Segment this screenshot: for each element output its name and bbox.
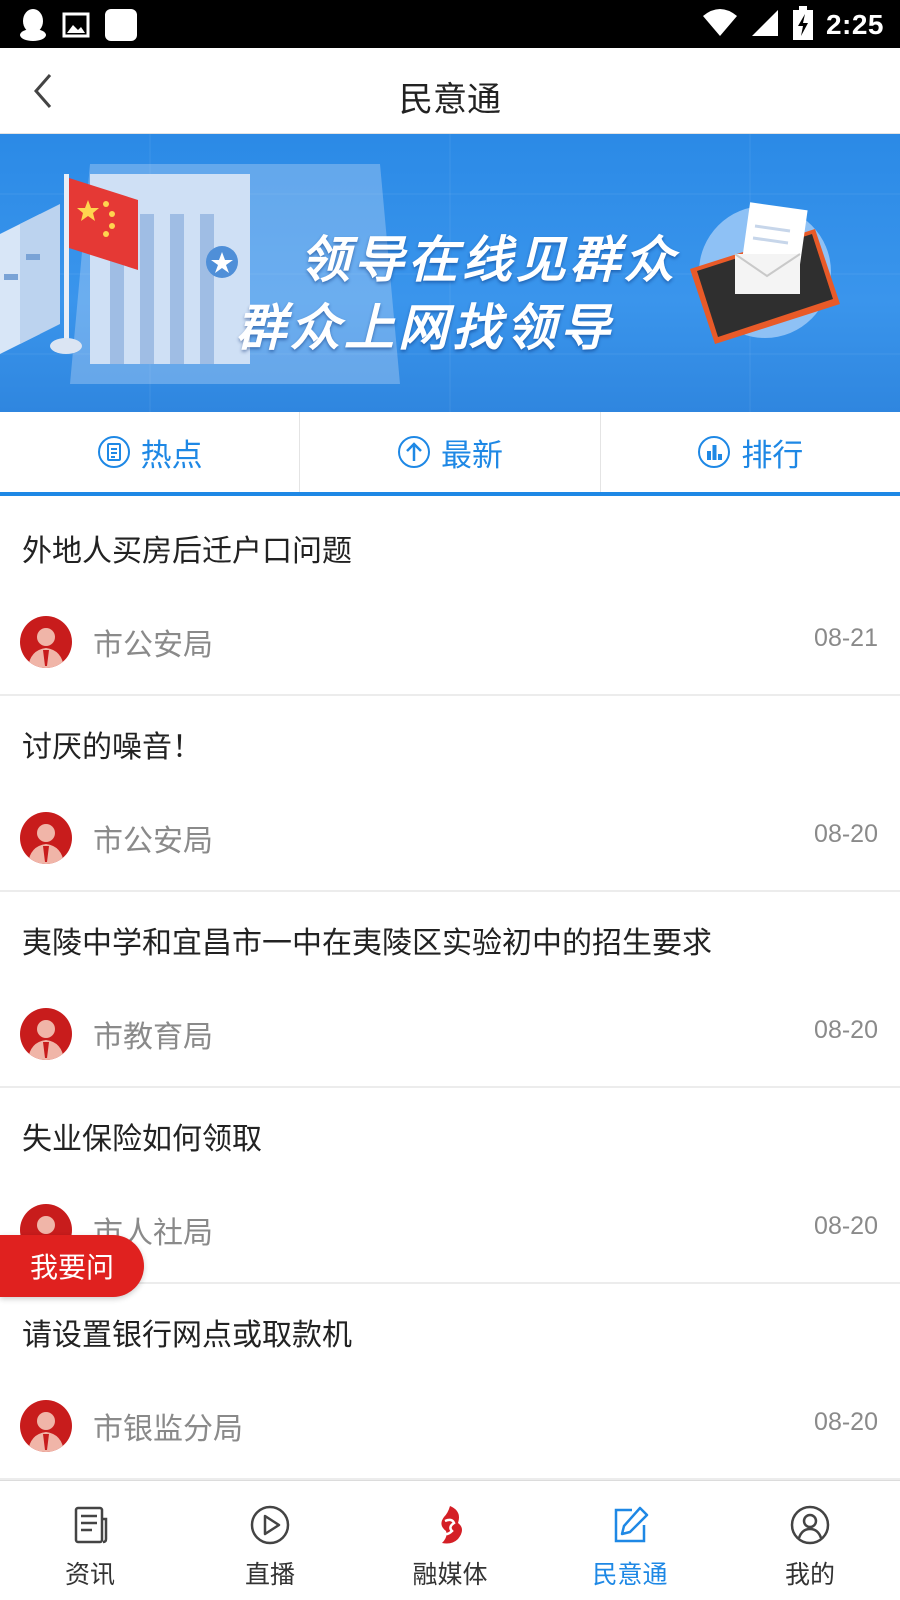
nav-live[interactable]: 直播 bbox=[180, 1481, 360, 1600]
question-list: 外地人买房后迁户口问题 市公安局 08-21 讨厌的噪音！ 市公安局 08-20… bbox=[0, 500, 900, 1480]
item-date: 08-20 bbox=[814, 1212, 878, 1240]
qq-icon bbox=[18, 8, 48, 46]
tab-bar: 热点 最新 排行 bbox=[0, 412, 900, 496]
user-circle-icon bbox=[790, 1505, 830, 1545]
avatar bbox=[20, 1400, 72, 1452]
item-title: 外地人买房后迁户口问题 bbox=[22, 534, 352, 569]
nav-mine[interactable]: 我的 bbox=[720, 1481, 900, 1600]
bottom-nav: 资讯 直播 融媒体 民意通 我的 bbox=[0, 1480, 900, 1600]
list-item[interactable]: 请设置银行网点或取款机 市银监分局 08-20 bbox=[0, 1284, 900, 1480]
tab-latest[interactable]: 最新 bbox=[300, 412, 601, 492]
list-item[interactable]: 讨厌的噪音！ 市公安局 08-20 bbox=[0, 696, 900, 892]
item-date: 08-20 bbox=[814, 820, 878, 848]
avatar bbox=[20, 1008, 72, 1060]
banner-slogan-line2: 群众上网找领导 bbox=[236, 299, 614, 357]
document-icon bbox=[97, 436, 130, 468]
page-title: 民意通 bbox=[399, 80, 501, 120]
image-icon bbox=[62, 11, 90, 43]
tab-ranking[interactable]: 排行 bbox=[601, 412, 900, 492]
item-title: 失业保险如何领取 bbox=[22, 1122, 262, 1157]
media-logo-icon bbox=[441, 1506, 462, 1544]
edit-icon bbox=[614, 1506, 649, 1543]
header: 民意通 bbox=[0, 48, 900, 134]
tab-hot[interactable]: 热点 bbox=[0, 412, 301, 492]
play-circle-icon bbox=[250, 1505, 290, 1545]
item-date: 08-20 bbox=[814, 1408, 878, 1436]
arrow-up-circle-icon bbox=[397, 436, 430, 468]
app-icon bbox=[104, 8, 138, 46]
item-department: 市公安局 bbox=[93, 824, 213, 859]
item-department: 市公安局 bbox=[93, 628, 213, 663]
ask-question-button[interactable]: 我要问 bbox=[0, 1235, 144, 1297]
tab-latest-label: 最新 bbox=[440, 437, 503, 474]
nav-minyitong[interactable]: 民意通 bbox=[540, 1481, 720, 1600]
item-date: 08-20 bbox=[814, 1016, 878, 1044]
nav-minyitong-label: 民意通 bbox=[592, 1560, 668, 1589]
status-bar: 2:25 bbox=[0, 0, 900, 48]
nav-news[interactable]: 资讯 bbox=[0, 1481, 180, 1600]
banner[interactable]: 领导在线见群众 群众上网找领导 bbox=[0, 134, 900, 412]
battery-charging-icon bbox=[792, 6, 814, 44]
item-department: 市教育局 bbox=[93, 1020, 213, 1055]
item-date: 08-21 bbox=[814, 624, 878, 652]
item-title: 请设置银行网点或取款机 bbox=[22, 1318, 352, 1353]
nav-news-label: 资讯 bbox=[64, 1560, 115, 1589]
news-icon bbox=[74, 1506, 108, 1544]
tab-ranking-label: 排行 bbox=[741, 437, 804, 474]
list-item[interactable]: 外地人买房后迁户口问题 市公安局 08-21 bbox=[0, 500, 900, 696]
avatar bbox=[20, 812, 72, 864]
item-department: 市银监分局 bbox=[93, 1412, 243, 1447]
list-item[interactable]: 夷陵中学和宜昌市一中在夷陵区实验初中的招生要求 市教育局 08-20 bbox=[0, 892, 900, 1088]
nav-media-label: 融媒体 bbox=[412, 1560, 488, 1589]
item-title: 夷陵中学和宜昌市一中在夷陵区实验初中的招生要求 bbox=[22, 926, 712, 961]
nav-live-label: 直播 bbox=[244, 1560, 295, 1589]
bar-chart-circle-icon bbox=[698, 436, 731, 468]
status-time: 2:25 bbox=[825, 9, 884, 40]
nav-media[interactable]: 融媒体 bbox=[360, 1481, 540, 1600]
banner-slogan-line1: 领导在线见群众 bbox=[300, 231, 678, 289]
signal-icon bbox=[750, 8, 780, 42]
tab-hot-label: 热点 bbox=[140, 437, 203, 474]
item-title: 讨厌的噪音！ bbox=[22, 730, 202, 765]
avatar bbox=[20, 616, 72, 668]
nav-mine-label: 我的 bbox=[784, 1560, 835, 1589]
wifi-icon bbox=[702, 8, 738, 42]
